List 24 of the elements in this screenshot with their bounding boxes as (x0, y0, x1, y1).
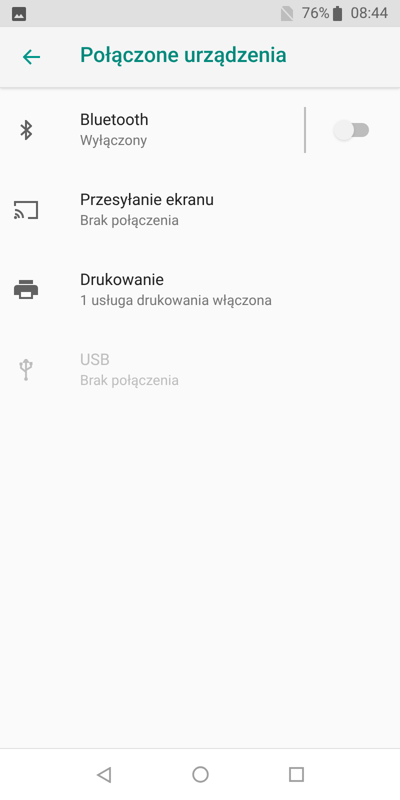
item-title: Przesyłanie ekranu (80, 189, 215, 211)
battery-percent: 76% (302, 3, 330, 24)
cast-icon (13, 200, 39, 220)
settings-item[interactable]: Przesyłanie ekranu Brak połączenia (0, 170, 400, 250)
home-nav-icon[interactable] (192, 766, 209, 783)
bluetooth-icon (20, 120, 32, 140)
no-sim-icon (280, 6, 293, 21)
item-summary: Brak połączenia (80, 372, 180, 391)
printer-icon (14, 280, 38, 300)
item-summary: Brak połączenia (80, 212, 180, 231)
clock: 08:44 (350, 3, 388, 24)
item-summary: 1 usługa drukowania włączona (80, 292, 273, 311)
settings-item[interactable]: Bluetooth Wyłączony (0, 90, 400, 170)
item-title: Drukowanie (80, 269, 165, 291)
usb-icon (18, 359, 34, 381)
item-title: Bluetooth (80, 109, 150, 131)
item-summary: Wyłączony (80, 132, 148, 151)
settings-item[interactable]: Drukowanie 1 usługa drukowania włączona (0, 250, 400, 330)
back-nav-icon[interactable] (96, 766, 112, 782)
battery-icon (332, 6, 342, 21)
recents-nav-icon[interactable] (289, 767, 304, 782)
screen-title: Połączone urządzenia (80, 43, 287, 70)
item-title: USB (80, 349, 111, 371)
image-notification-icon (12, 6, 26, 20)
